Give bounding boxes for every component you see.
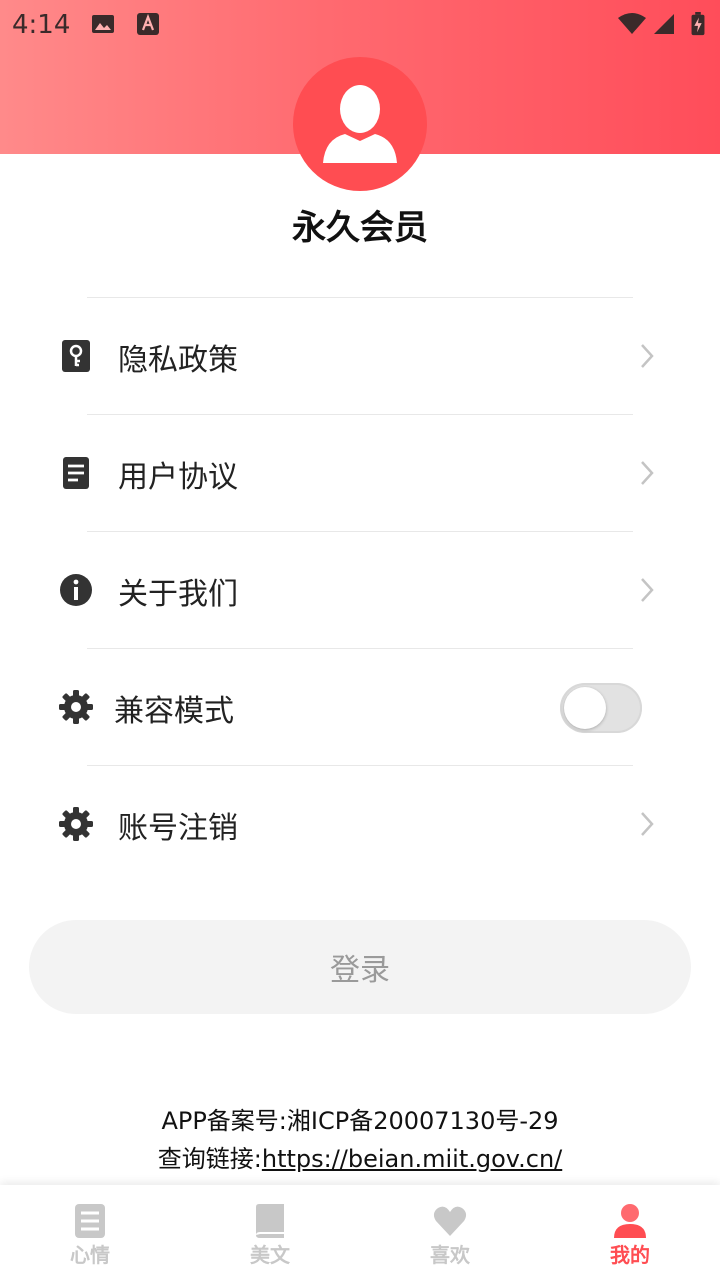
book-icon [256,1204,284,1238]
chevron-right-icon [641,812,654,836]
tab-label: 美文 [250,1243,290,1267]
tab-mine[interactable]: 我的 [540,1185,720,1280]
menu-item-privacy-policy[interactable]: 隐私政策 [0,298,720,414]
person-silhouette-icon [323,85,397,163]
heart-icon [433,1206,467,1236]
gear-icon [59,807,93,841]
menu-item-label: 兼容模式 [114,694,234,729]
signal-icon [654,14,674,34]
tab-label: 心情 [70,1243,110,1267]
query-link[interactable]: https://beian.miit.gov.cn/ [262,1145,562,1173]
chevron-right-icon [641,344,654,368]
battery-charging-icon [691,12,705,36]
tab-label: 喜欢 [430,1243,470,1267]
settings-menu: 隐私政策 用户协议 关于我们 兼容模式 账号注销 [0,297,720,882]
tab-articles[interactable]: 美文 [180,1185,360,1280]
footer: APP备案号:湘ICP备20007130号-29 查询链接:https://be… [0,1102,720,1178]
tab-favorites[interactable]: 喜欢 [360,1185,540,1280]
menu-item-user-agreement[interactable]: 用户协议 [0,415,720,531]
key-icon [62,340,90,372]
tab-label: 我的 [610,1243,650,1267]
menu-item-label: 用户协议 [118,460,238,495]
menu-item-label: 隐私政策 [118,343,238,378]
info-icon [60,574,92,606]
menu-item-label: 关于我们 [118,577,238,612]
chevron-right-icon [641,578,654,602]
document-icon [63,457,89,489]
gear-icon [59,690,93,724]
menu-item-label: 账号注销 [118,811,238,846]
login-button[interactable]: 登录 [29,920,691,1014]
gallery-notification-icon [92,15,114,33]
tab-mood[interactable]: 心情 [0,1185,180,1280]
query-link-line: 查询链接:https://beian.miit.gov.cn/ [0,1140,720,1178]
toggle-knob [564,687,606,729]
wifi-icon [618,13,646,34]
username: 永久会员 [292,208,428,248]
menu-item-delete-account[interactable]: 账号注销 [0,766,720,882]
status-bar: 4:14 [0,0,720,50]
note-icon [75,1204,105,1238]
status-time: 4:14 [12,10,71,40]
bottom-tab-bar: 心情 美文 喜欢 我的 [0,1185,720,1280]
text-notification-icon [137,13,159,35]
person-icon [614,1204,646,1238]
menu-item-compat-mode: 兼容模式 [0,649,720,765]
menu-item-about-us[interactable]: 关于我们 [0,532,720,648]
compat-mode-toggle[interactable] [560,683,642,733]
query-link-prefix: 查询链接: [157,1145,262,1173]
avatar[interactable] [293,57,427,191]
chevron-right-icon [641,461,654,485]
icp-record-text: APP备案号:湘ICP备20007130号-29 [161,1107,559,1135]
